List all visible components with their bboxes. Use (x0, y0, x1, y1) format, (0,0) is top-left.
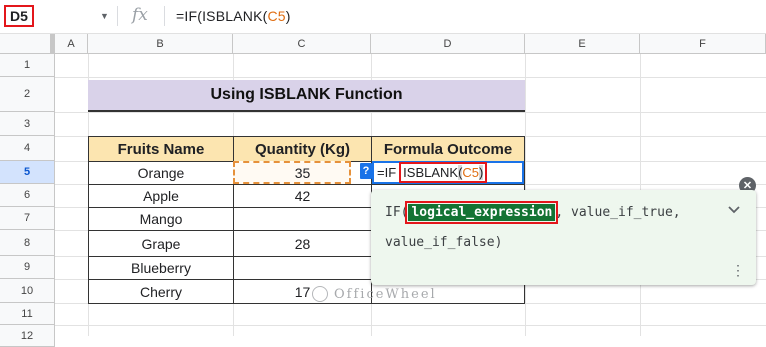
watermark: OfficeWheel (312, 286, 437, 302)
active-argument: logical_expression (405, 201, 559, 224)
fruit-cell[interactable]: Apple (88, 184, 234, 208)
function-name: IF( (385, 205, 409, 220)
quantity-cell-c5[interactable]: 35 (233, 161, 372, 184)
fruit-cell[interactable]: Blueberry (88, 256, 234, 280)
function-signature: IF(logical_expression, value_if_true, (385, 201, 681, 224)
chevron-down-icon[interactable] (727, 204, 741, 216)
quantity-cell[interactable] (233, 256, 372, 280)
formula-help-icon[interactable]: ? (360, 163, 372, 179)
cell-editor-d5[interactable]: =IF ISBLANK(C5) (372, 161, 524, 184)
fruit-cell[interactable]: Grape (88, 230, 234, 257)
quantity-cell[interactable]: 42 (233, 184, 372, 208)
edit-prefix: =IF (377, 165, 397, 180)
arg-separator: , (555, 205, 564, 220)
quantity-cell[interactable]: 28 (233, 230, 372, 257)
fruit-cell[interactable]: Orange (88, 161, 234, 185)
isblank-highlight: ISBLANK(C5) (399, 162, 488, 183)
fruit-cell[interactable]: Cherry (88, 279, 234, 304)
quantity-cell[interactable] (233, 207, 372, 231)
argument: value_if_true, (571, 205, 681, 220)
edit-func: ISBLANK (403, 165, 459, 180)
table-title: Using ISBLANK Function (88, 80, 525, 112)
header-quantity[interactable]: Quantity (Kg) (233, 136, 372, 162)
fruit-cell[interactable]: Mango (88, 207, 234, 231)
watermark-text: OfficeWheel (334, 286, 437, 302)
header-fruits-name[interactable]: Fruits Name (88, 136, 234, 162)
watermark-logo-icon (312, 286, 328, 302)
edit-close-paren: ) (479, 165, 484, 180)
formula-help-popup: IF(logical_expression, value_if_true, va… (371, 190, 756, 285)
edit-ref: C5 (462, 165, 480, 180)
more-vert-icon[interactable]: ⋮ (731, 263, 745, 277)
argument: value_if_false) (385, 235, 503, 250)
header-formula-outcome[interactable]: Formula Outcome (371, 136, 525, 162)
